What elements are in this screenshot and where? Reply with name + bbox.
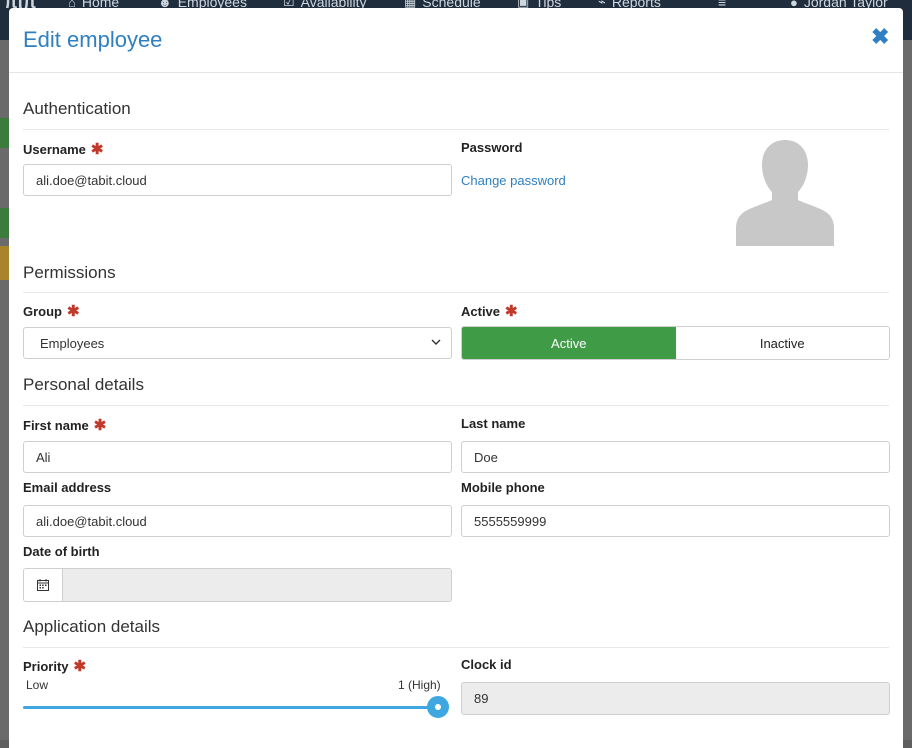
active-label: Active ✱	[461, 303, 518, 320]
first-name-label: First name ✱	[23, 417, 107, 434]
priority-slider-handle[interactable]	[427, 696, 449, 718]
edit-employee-modal: Edit employee ✖ Authentication Username …	[9, 8, 903, 748]
section-application-details: Application details	[23, 617, 161, 636]
priority-label: Priority ✱	[23, 658, 87, 675]
section-permissions: Permissions	[23, 263, 116, 282]
last-name-label: Last name	[461, 416, 526, 431]
required-asterisk-icon: ✱	[93, 417, 107, 434]
date-of-birth-group	[23, 568, 452, 602]
change-password-link[interactable]: Change password	[461, 173, 566, 188]
group-select[interactable]: Employees	[23, 327, 452, 359]
group-label: Group ✱	[23, 303, 80, 320]
divider	[23, 405, 889, 406]
username-input[interactable]: ali.doe@tabit.cloud	[23, 164, 452, 196]
priority-max-label: 1 (High)	[398, 678, 441, 692]
chevron-down-icon	[431, 339, 441, 345]
background-orange-block	[0, 246, 9, 280]
email-input[interactable]: ali.doe@tabit.cloud	[23, 505, 452, 537]
priority-min-label: Low	[26, 678, 49, 692]
first-name-input[interactable]: Ali	[23, 441, 452, 473]
date-of-birth-label: Date of birth	[23, 544, 100, 559]
avatar-placeholder-icon	[736, 140, 834, 246]
email-label: Email address	[23, 480, 112, 495]
divider	[23, 292, 889, 293]
mobile-phone-input[interactable]: 5555559999	[461, 505, 890, 537]
section-personal-details: Personal details	[23, 375, 144, 394]
date-of-birth-input[interactable]	[63, 569, 451, 601]
username-label: Username ✱	[23, 141, 104, 158]
section-authentication: Authentication	[23, 99, 131, 118]
mobile-phone-label: Mobile phone	[461, 480, 545, 495]
modal-title: Edit employee	[23, 27, 163, 52]
modal-header: Edit employee ✖	[9, 8, 903, 73]
close-icon[interactable]: ✖	[871, 26, 889, 48]
clock-id-label: Clock id	[461, 657, 512, 672]
required-asterisk-icon: ✱	[90, 141, 104, 158]
background-right	[903, 40, 912, 740]
divider	[23, 647, 889, 648]
last-name-input[interactable]: Doe	[461, 441, 890, 473]
clock-id-input[interactable]: 89	[461, 682, 890, 715]
active-toggle: Active Inactive	[461, 326, 890, 360]
active-option-button[interactable]: Active	[462, 327, 676, 359]
calendar-icon	[37, 579, 49, 591]
divider	[23, 129, 889, 130]
password-label: Password	[461, 140, 523, 155]
background-green-block	[0, 208, 9, 238]
priority-slider-track[interactable]	[23, 706, 439, 709]
required-asterisk-icon: ✱	[73, 658, 87, 675]
required-asterisk-icon: ✱	[67, 303, 80, 320]
required-asterisk-icon: ✱	[505, 303, 518, 320]
inactive-option-button[interactable]: Inactive	[675, 327, 889, 359]
group-select-value: Employees	[40, 335, 105, 351]
background-green-block	[0, 118, 9, 148]
calendar-button[interactable]	[24, 569, 63, 601]
